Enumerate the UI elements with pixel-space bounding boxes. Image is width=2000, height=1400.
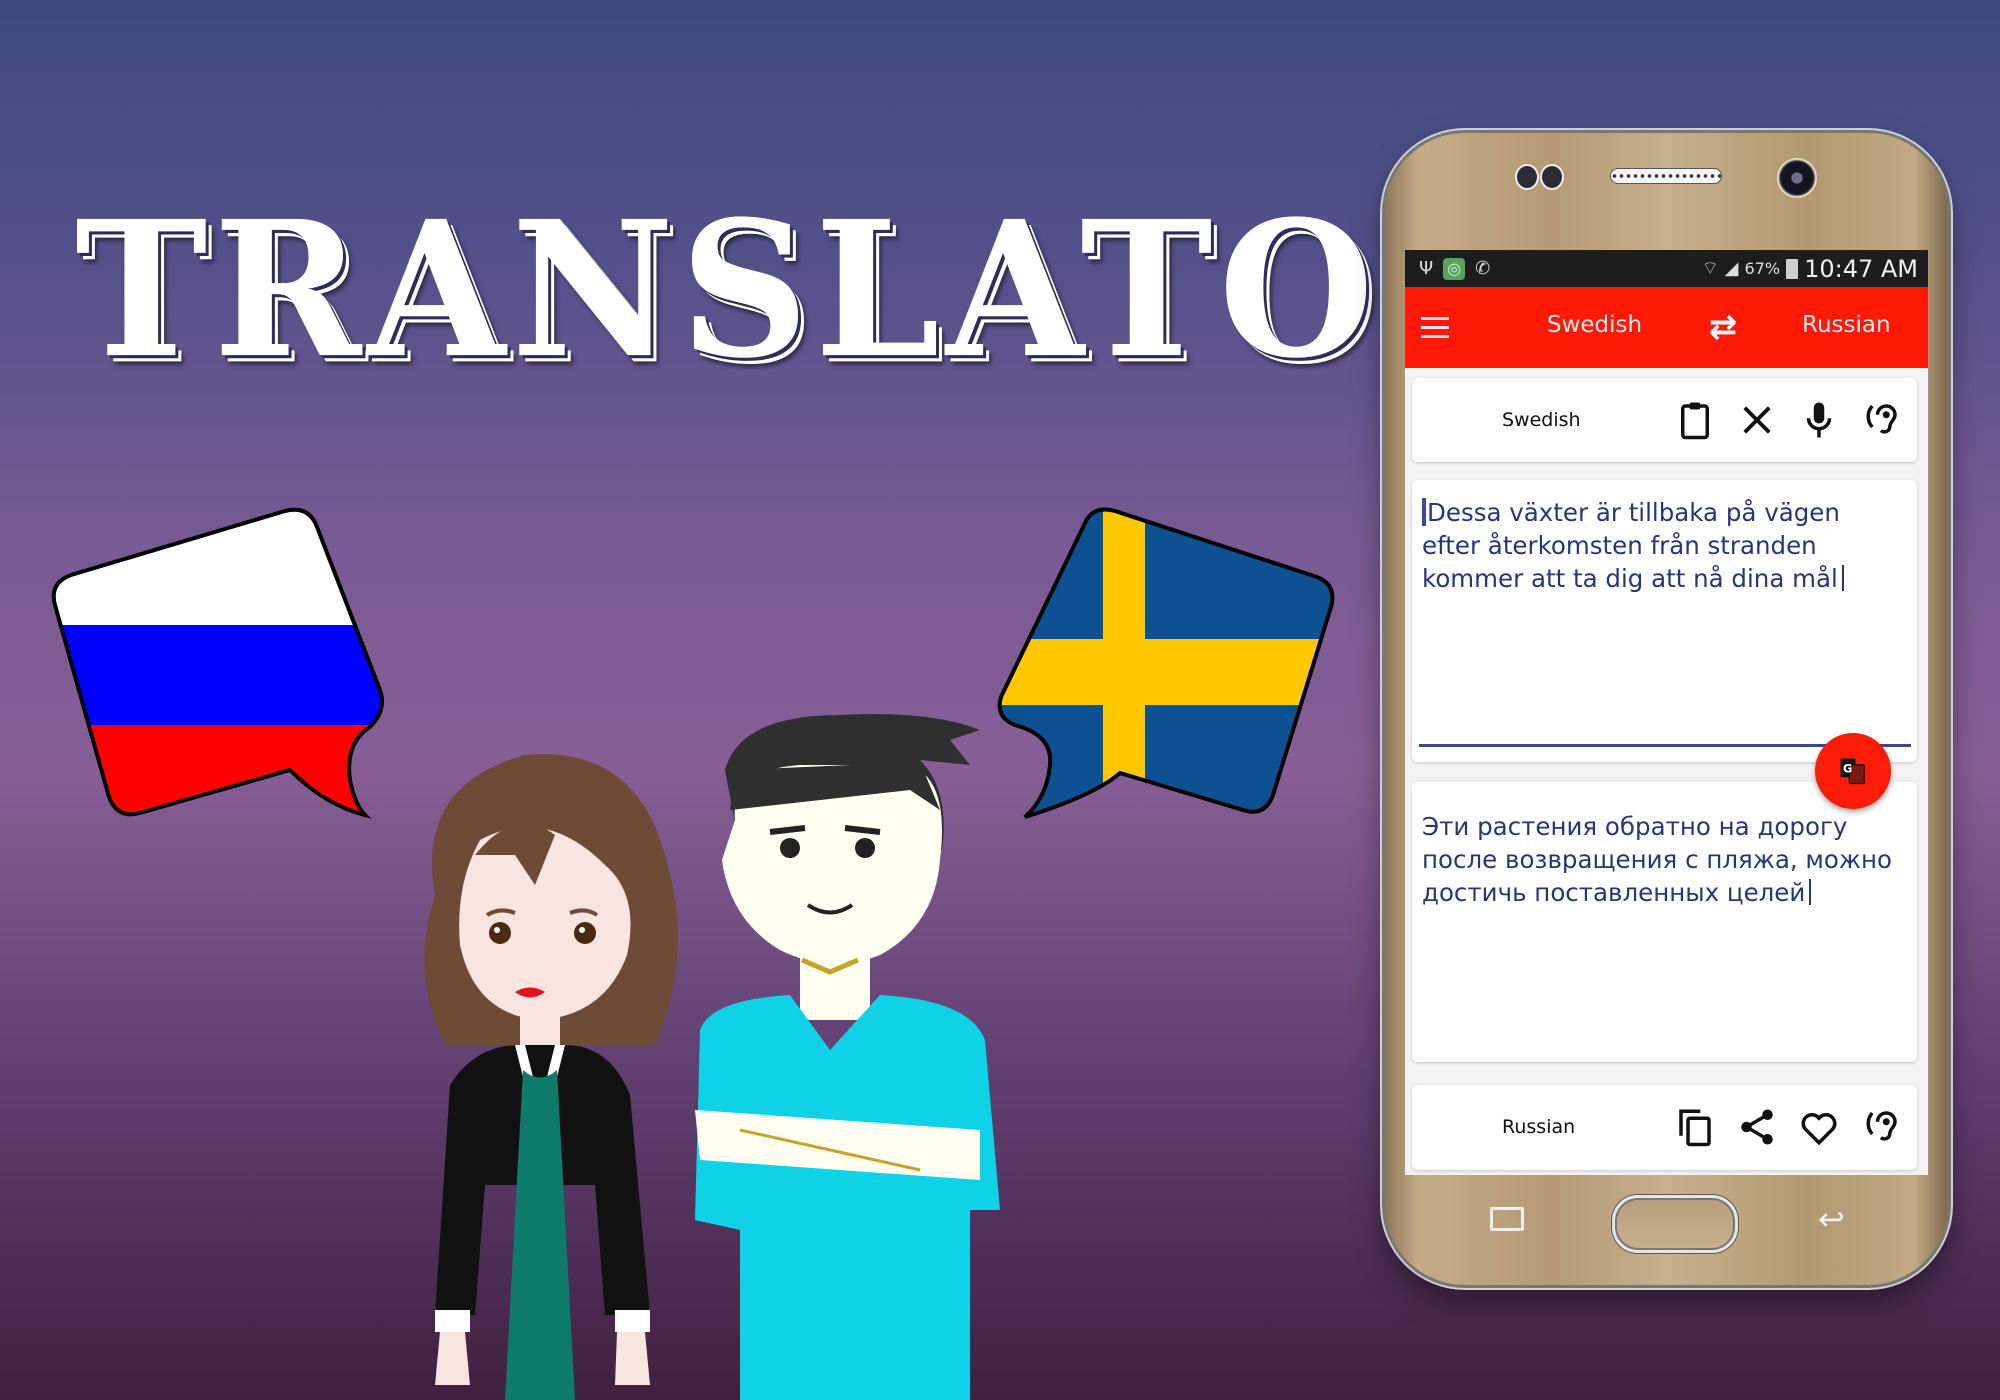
text-cursor	[1841, 565, 1844, 591]
usb-icon: Ψ	[1419, 258, 1434, 279]
back-arrow-icon: ↩	[1818, 1200, 1845, 1238]
svg-text:G: G	[1843, 762, 1852, 775]
listen-source-button[interactable]	[1855, 390, 1907, 450]
woman-character-illustration	[424, 754, 678, 1400]
clock: 10:47 AM	[1804, 254, 1918, 283]
battery-percent: 67%	[1744, 259, 1781, 278]
share-button[interactable]	[1731, 1097, 1783, 1157]
swedish-flag-bubble	[997, 507, 1335, 819]
translation-output[interactable]: Эти растения обратно на дорогу после воз…	[1422, 810, 1902, 909]
menu-button[interactable]	[1405, 287, 1465, 368]
app-toolbar: Swedish ⇄ Russian	[1405, 287, 1928, 368]
clear-button[interactable]	[1731, 390, 1783, 450]
paste-button[interactable]	[1669, 390, 1721, 450]
status-bar: Ψ ◎ ✆ ⌔ ◢ 67% 10:47 AM	[1405, 250, 1928, 287]
microphone-icon	[1806, 402, 1832, 438]
text-cursor	[1809, 879, 1812, 905]
back-button[interactable]: ↩	[1818, 1200, 1845, 1238]
favorite-button[interactable]	[1793, 1097, 1845, 1157]
flag-stripe-white	[53, 509, 383, 625]
app-notification-icon: ◎	[1443, 257, 1466, 280]
google-translate-icon: G	[1840, 758, 1865, 785]
voice-input-button[interactable]	[1793, 390, 1845, 450]
man-character-illustration	[695, 714, 1000, 1400]
app-screen: Ψ ◎ ✆ ⌔ ◢ 67% 10:47 AM Swedish ⇄ Russian…	[1405, 250, 1928, 1175]
flag-cross-horizontal	[999, 639, 1333, 705]
swap-arrows-icon: ⇄	[1708, 307, 1738, 347]
recent-apps-button[interactable]	[1490, 1207, 1524, 1231]
front-camera	[1777, 158, 1817, 198]
source-text-card: Dessa växter är tillbaka på vägen efter …	[1412, 480, 1917, 762]
hearing-icon	[1866, 1111, 1897, 1141]
translate-button[interactable]: G	[1815, 733, 1891, 809]
source-language-selector[interactable]: Swedish	[1547, 312, 1642, 338]
wifi-icon: ⌔	[1701, 258, 1719, 279]
source-text-input[interactable]: Dessa växter är tillbaka på vägen efter …	[1422, 496, 1902, 595]
target-language-label: Russian	[1502, 1116, 1576, 1138]
heart-icon	[1801, 1113, 1837, 1146]
battery-charging-icon	[1786, 258, 1799, 279]
listen-translation-button[interactable]	[1855, 1097, 1907, 1157]
flag-stripe-blue	[53, 625, 383, 725]
close-icon	[1743, 406, 1771, 434]
target-panel-footer: Russian	[1412, 1085, 1917, 1170]
translated-text: Эти растения обратно на дорогу после воз…	[1422, 812, 1892, 907]
light-sensor	[1540, 164, 1564, 190]
proximity-sensor	[1515, 164, 1539, 190]
translation-text-card: Эти растения обратно на дорогу после воз…	[1412, 782, 1917, 1062]
flag-stripe-red	[53, 725, 383, 815]
text-cursor-start	[1422, 498, 1426, 526]
hamburger-menu-icon	[1421, 326, 1449, 329]
source-panel-header: Swedish	[1412, 378, 1917, 462]
target-language-selector[interactable]: Russian	[1802, 312, 1891, 338]
hearing-icon	[1866, 404, 1897, 434]
copy-button[interactable]	[1669, 1097, 1721, 1157]
source-language-label: Swedish	[1502, 409, 1581, 431]
share-icon	[1741, 1109, 1773, 1145]
clipboard-icon	[1681, 402, 1709, 440]
home-button[interactable]	[1612, 1195, 1738, 1253]
swap-languages-button[interactable]: ⇄	[1698, 305, 1748, 349]
missed-call-icon: ✆	[1475, 258, 1491, 279]
russian-flag-bubble	[51, 507, 384, 819]
copy-icon	[1679, 1109, 1711, 1147]
source-text: Dessa växter är tillbaka på vägen efter …	[1422, 498, 1840, 593]
signal-icon: ◢	[1724, 258, 1739, 279]
earpiece-speaker	[1610, 168, 1722, 184]
banner-title: TRANSLATOR	[75, 179, 1534, 400]
